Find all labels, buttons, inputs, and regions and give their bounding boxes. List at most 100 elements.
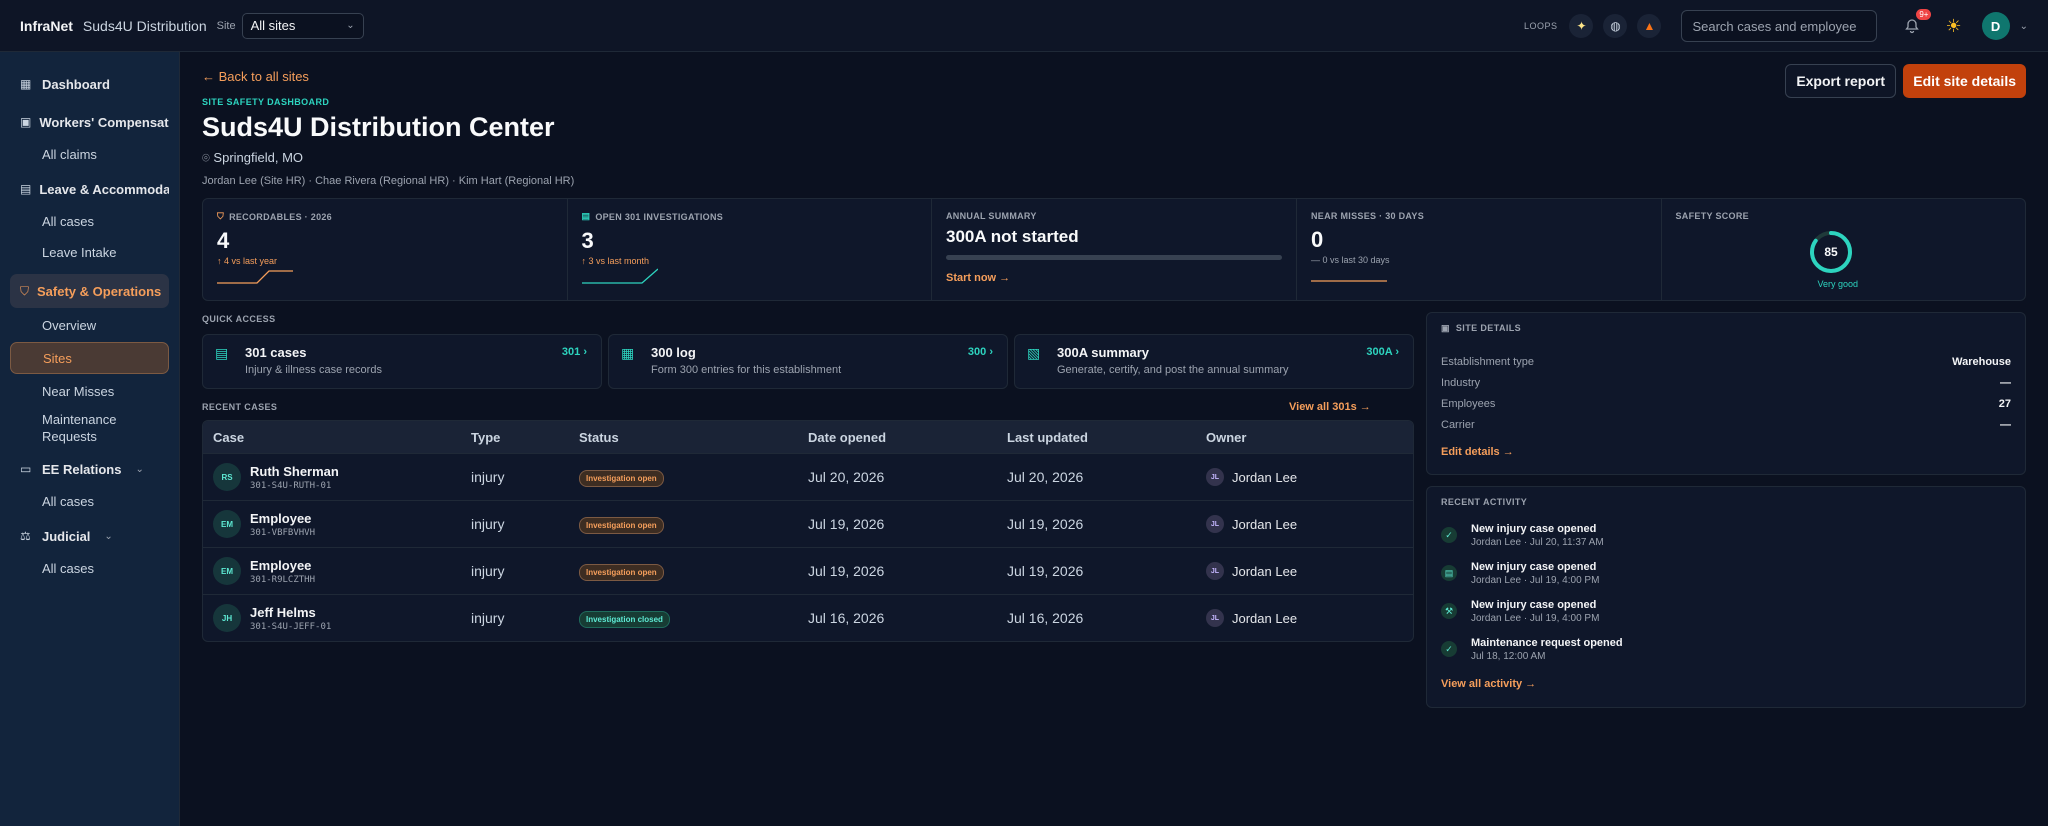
sidebar-item-maintenance[interactable]: Maintenance Requests [10,408,169,448]
page-eyebrow: SITE SAFETY DASHBOARD [202,97,330,107]
edit-site-button[interactable]: Edit site details [1903,64,2026,98]
case-avatar: JH [213,604,241,632]
kpi-open-investigations[interactable]: ▤ OPEN 301 INVESTIGATIONS 3 ↑ 3 vs last m… [568,199,932,300]
kpi-safety-score[interactable]: SAFETY SCORE 85 Very good [1662,199,2026,300]
sidebar-item-judicial-all-cases[interactable]: All cases [10,554,169,582]
kpi-near-misses[interactable]: NEAR MISSES · 30 DAYS 0 — 0 vs last 30 d… [1297,199,1662,300]
sidebar-item-sites[interactable]: Sites [10,342,169,374]
scales-icon: ⚖ [20,529,31,543]
sidebar-item-label: Maintenance Requests [42,412,117,444]
start-now-link[interactable]: Start now → [946,272,1282,284]
sidebar-item-label: EE Relations [42,461,122,477]
qa-link[interactable]: 300 › [968,346,993,358]
sidebar-item-label: Dashboard [42,76,110,92]
edit-details-link[interactable]: Edit details → [1427,446,1528,458]
sidebar-item-near-misses[interactable]: Near Misses [10,377,169,405]
case-avatar: EM [213,557,241,585]
activity-item[interactable]: ✓ New injury case opened Jordan Lee · Jul … [1427,523,2025,561]
table-row[interactable]: EM Employee 301-VBFBVHVH injury Investigat… [203,500,1413,547]
column-header-type[interactable]: Type [471,430,579,445]
table-header: Case Type Status Date opened Last update… [203,421,1413,453]
case-name: Employee [250,510,312,526]
case-name: Ruth Sherman [250,463,339,479]
quick-access-300-log[interactable]: ▦ 300 log Form 300 entries for this estab… [608,334,1008,389]
case-type: injury [471,610,505,626]
panel-title: SITE DETAILS [1455,323,1522,333]
chevron-down-icon: ⌄ [104,530,113,542]
id-card-icon: ▭ [20,462,32,476]
kpi-recordables[interactable]: ⛉ RECORDABLES · 2026 4 ↑ 4 vs last year [203,199,568,300]
case-id: 301-R9LCZTHH [250,574,316,585]
recent-activity-panel: RECENT ACTIVITY ✓ New injury case opened J… [1426,486,2026,708]
sidebar-item-leave[interactable]: ▤ Leave & Accommodations [10,174,169,204]
last-updated: Jul 19, 2026 [1007,563,1084,579]
sparkle-icon[interactable]: ✦ [1569,14,1594,38]
sidebar-item-judicial[interactable]: ⚖ Judicial ⌄ [10,521,169,551]
sidebar-item-label: Near Misses [42,383,115,399]
date-opened: Jul 16, 2026 [808,610,885,626]
sidebar-item-ee-relations[interactable]: ▭ EE Relations ⌄ [10,454,169,484]
globe-icon[interactable]: ◍ [1603,14,1628,38]
search-input[interactable]: Search cases and employee [1681,10,1878,42]
table-row[interactable]: RS Ruth Sherman 301-S4U-RUTH-01 injury Inv… [203,453,1413,500]
column-header-case[interactable]: Case [203,430,471,445]
table-row[interactable]: JH Jeff Helms 301-S4U-JEFF-01 injury Inves… [203,594,1413,641]
view-all-activity-link[interactable]: View all activity → [1427,678,1550,690]
kpi-trend: — 0 vs last 30 days [1311,255,1390,265]
status-badge: Investigation open [579,563,664,581]
sidebar-item-all-claims[interactable]: All claims [10,140,169,168]
owner-name: Jordan Lee [1232,563,1298,579]
sidebar-item-leave-intake[interactable]: Leave Intake [10,238,169,266]
sidebar-item-workers-comp[interactable]: ▣ Workers' Compensation [10,107,169,137]
detail-key: Employees [1441,397,1496,410]
notifications-button[interactable]: 9+ [1899,9,1932,39]
quick-access-301-cases[interactable]: ▤ 301 cases Injury & illness case records… [202,334,602,389]
column-header-owner[interactable]: Owner [1206,430,1413,445]
column-header-date-opened[interactable]: Date opened [808,430,1007,445]
sidebar-item-safety[interactable]: ⛉ Safety & Operations [10,274,169,308]
column-header-status[interactable]: Status [579,430,808,445]
building-icon: ▣ [20,115,32,129]
owner-avatar: JL [1206,562,1224,580]
qa-link[interactable]: 300A › [1366,346,1399,358]
theme-toggle-sun-icon[interactable]: ☀ [1945,16,1961,37]
site-select[interactable]: All sites ⌄ [241,12,364,39]
sidebar-item-dashboard[interactable]: ▦ Dashboard [10,69,169,99]
sidebar-item-ee-all-cases[interactable]: All cases [10,487,169,515]
map-pin-icon: ⌾ [202,150,214,165]
column-header-last-updated[interactable]: Last updated [1007,430,1206,445]
app-brand[interactable]: InfraNet [20,18,73,34]
qa-subtitle: Form 300 entries for this establishment [651,364,842,376]
user-avatar[interactable]: D [1981,12,2010,40]
site-location: ⌾ Springfield, MO [202,150,303,166]
sidebar-item-label: All cases [42,213,95,229]
qa-link[interactable]: 301 › [562,346,587,358]
activity-item[interactable]: ✓ Maintenance request opened Jul 18, 12:00… [1427,637,2025,675]
sidebar-item-overview[interactable]: Overview [10,311,169,339]
quick-access-300a-summary[interactable]: ▧ 300A summary Generate, certify, and pos… [1014,334,1414,389]
wrench-icon: ⚒ [1441,603,1457,619]
sidebar-item-leave-all-cases[interactable]: All cases [10,207,169,235]
table-row[interactable]: EM Employee 301-R9LCZTHH injury Investigat… [203,547,1413,594]
kpi-trend: ↑ 3 vs last month [581,256,650,266]
date-opened: Jul 20, 2026 [808,469,885,485]
case-avatar: EM [213,510,241,538]
kpi-value: 300A not started [946,227,1079,246]
brand-site-name: Suds4U Distribution [82,17,207,34]
detail-value: 27 [1998,397,2011,410]
back-to-sites-link[interactable]: ← Back to all sites [202,69,309,84]
kpi-annual-summary[interactable]: ANNUAL SUMMARY 300A not started Start no… [932,199,1297,300]
annual-progress-bar [946,255,1282,260]
activity-item[interactable]: ▤ New injury case opened Jordan Lee · Jul … [1427,561,2025,599]
export-report-button[interactable]: Export report [1785,64,1896,98]
site-details-panel: ▣ SITE DETAILS Establishment type Warehous… [1426,312,2026,475]
chevron-down-icon[interactable]: ⌄ [2020,21,2028,32]
chevron-down-icon: ⌄ [346,20,355,31]
flame-icon[interactable]: ▲ [1637,14,1662,38]
kpi-value: 0 [1311,227,1324,252]
view-all-301s-link[interactable]: View all 301s → [1289,401,1371,413]
sidebar-item-label: All cases [42,493,95,509]
chevron-down-icon: ⌄ [135,463,144,475]
activity-item[interactable]: ⚒ New injury case opened Jordan Lee · Jul … [1427,599,2025,637]
detail-key: Carrier [1441,418,1475,431]
